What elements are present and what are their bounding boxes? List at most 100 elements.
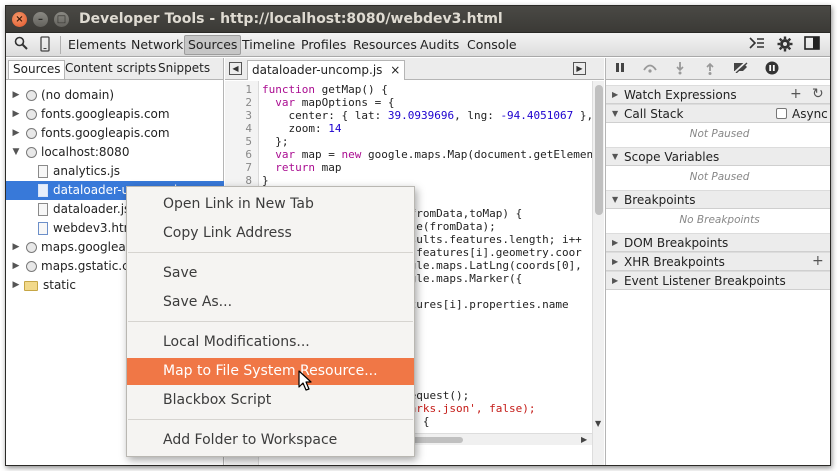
expand-arrow-icon[interactable]: ▶ (612, 234, 618, 252)
tab-profiles[interactable]: Profiles (301, 36, 346, 54)
menu-separator (128, 252, 413, 253)
section-xhr-breakpoints[interactable]: ▶ XHR Breakpoints + (606, 252, 830, 271)
collapse-arrow-icon[interactable]: ▼ (612, 191, 618, 209)
close-tab-icon[interactable]: × (390, 63, 400, 77)
collapse-arrow-icon[interactable]: ▼ (612, 148, 618, 166)
tree-item-label: analytics.js (53, 164, 121, 178)
section-call-stack[interactable]: ▼ Call Stack Async (606, 104, 830, 123)
async-checkbox[interactable] (776, 108, 787, 119)
dock-icon[interactable] (803, 36, 821, 54)
line-number: 1 (245, 83, 252, 96)
code-line[interactable]: }; (262, 135, 288, 148)
collapse-arrow-icon[interactable]: ▼ (11, 143, 21, 162)
tree-item-no-domain[interactable]: ▶ (no domain) (6, 86, 224, 105)
code-line[interactable]: (fromData,toMap) { (403, 207, 522, 220)
scrollbar-thumb[interactable] (595, 85, 603, 215)
menu-item-add-folder-to-workspace[interactable]: Add Folder to Workspace (127, 427, 414, 454)
tab-console[interactable]: Console (467, 36, 517, 54)
toggle-navigator-icon[interactable]: ◀ (229, 62, 242, 75)
mouse-cursor-icon (298, 370, 312, 391)
search-icon[interactable] (12, 36, 30, 54)
tab-resources[interactable]: Resources (353, 36, 417, 54)
vertical-scrollbar[interactable]: ▼ (592, 81, 604, 465)
settings-icon[interactable] (776, 36, 794, 54)
line-number: 5 (245, 135, 252, 148)
code-line[interactable]: ogle.maps.Marker({ (403, 272, 522, 285)
menu-item-save-as[interactable]: Save As... (127, 289, 414, 316)
pause-icon[interactable] (612, 61, 628, 77)
expand-arrow-icon[interactable]: ▶ (612, 272, 618, 290)
code-line[interactable]: var map = new google.maps.Map(document.g… (262, 148, 593, 161)
expand-arrow-icon[interactable]: ▶ (11, 257, 21, 276)
scroll-right-icon[interactable]: ▶ (581, 435, 587, 444)
expand-arrow-icon[interactable]: ▶ (11, 86, 21, 105)
code-line[interactable]: zoom: 14 (262, 122, 341, 135)
code-line[interactable]: ogle.maps.LatLng(coords[0], (403, 259, 582, 272)
expand-arrow-icon[interactable]: ▶ (11, 124, 21, 143)
scroll-down-icon[interactable]: ▼ (595, 419, 601, 428)
add-icon[interactable]: + (812, 253, 824, 270)
tab-timeline[interactable]: Timeline (242, 36, 295, 54)
globe-icon (26, 147, 37, 158)
line-number: 2 (245, 96, 252, 109)
refresh-icon[interactable]: ↻ (812, 86, 824, 103)
tree-item-domain[interactable]: ▶ fonts.googleapis.com (6, 105, 224, 124)
tab-sources-navigator[interactable]: Sources (8, 60, 66, 79)
code-line[interactable]: return map (262, 161, 341, 174)
expand-arrow-icon[interactable]: ▶ (612, 253, 618, 271)
device-icon[interactable] (36, 36, 54, 54)
tree-item-localhost[interactable]: ▼ localhost:8080 (6, 143, 224, 162)
minimize-window-button[interactable]: – (33, 12, 48, 27)
expand-arrow-icon[interactable]: ▶ (11, 276, 21, 295)
expand-arrow-icon[interactable]: ▶ (612, 86, 618, 104)
folder-icon (24, 281, 38, 291)
section-breakpoints[interactable]: ▼ Breakpoints (606, 190, 830, 209)
step-into-icon[interactable] (672, 61, 688, 77)
tab-sources[interactable]: Sources (184, 35, 242, 55)
code-line[interactable]: center: { lat: 39.0939696, lng: -94.4051… (262, 109, 593, 122)
tab-elements[interactable]: Elements (68, 36, 126, 54)
tree-item-label: (no domain) (41, 88, 115, 102)
expand-arrow-icon[interactable]: ▶ (11, 238, 21, 257)
pause-on-exceptions-icon[interactable] (764, 61, 780, 77)
menu-item-blackbox-script[interactable]: Blackbox Script (127, 387, 414, 414)
tab-audits[interactable]: Audits (420, 36, 459, 54)
code-line[interactable]: var mapOptions = { (262, 96, 394, 109)
menu-item-save[interactable]: Save (127, 260, 414, 287)
line-number: 3 (245, 109, 252, 122)
menu-item-map-to-file-system-resource[interactable]: Map to File System Resource... (127, 358, 414, 385)
menu-separator (128, 321, 413, 322)
tree-item-file[interactable]: analytics.js (6, 162, 224, 181)
code-line[interactable]: s.features[i].geometry.coor (403, 246, 582, 259)
section-title: Event Listener Breakpoints (624, 274, 786, 288)
tab-network[interactable]: Network (131, 36, 183, 54)
section-scope-variables[interactable]: ▼ Scope Variables (606, 147, 830, 166)
add-icon[interactable]: + (790, 86, 802, 103)
collapse-arrow-icon[interactable]: ▼ (612, 105, 618, 123)
code-line[interactable]: marks.json', false); (403, 402, 535, 415)
expand-arrow-icon[interactable]: ▶ (11, 105, 21, 124)
section-dom-breakpoints[interactable]: ▶ DOM Breakpoints (606, 233, 830, 252)
section-event-listener-breakpoints[interactable]: ▶ Event Listener Breakpoints (606, 271, 830, 290)
toggle-debugger-icon[interactable]: ▶ (573, 62, 586, 75)
menu-item-copy-link-address[interactable]: Copy Link Address (127, 220, 414, 247)
maximize-window-button[interactable]: □ (54, 12, 69, 27)
code-line[interactable]: rse(fromData); (403, 220, 496, 233)
menu-item-open-link-new-tab[interactable]: Open Link in New Tab (127, 191, 414, 218)
tab-snippets[interactable]: Snippets (158, 61, 210, 75)
close-window-button[interactable]: × (12, 12, 27, 27)
deactivate-breakpoints-icon[interactable] (732, 61, 748, 77)
editor-tab[interactable]: dataloader-uncomp.js × (247, 60, 406, 80)
code-line[interactable]: esults.features.length; i++ (403, 233, 582, 246)
code-line[interactable]: atures[i].properties.name (403, 298, 569, 311)
code-line[interactable]: function getMap() { (262, 83, 388, 96)
menu-item-local-modifications[interactable]: Local Modifications... (127, 329, 414, 356)
step-over-icon[interactable] (642, 61, 658, 77)
tab-content-scripts[interactable]: Content scripts (65, 61, 156, 75)
step-out-icon[interactable] (702, 61, 718, 77)
globe-icon (26, 90, 37, 101)
drawer-icon[interactable] (748, 36, 766, 54)
tree-item-domain[interactable]: ▶ fonts.googleapis.com (6, 124, 224, 143)
menu-separator (128, 419, 413, 420)
section-watch-expressions[interactable]: ▶ Watch Expressions + ↻ (606, 85, 830, 104)
